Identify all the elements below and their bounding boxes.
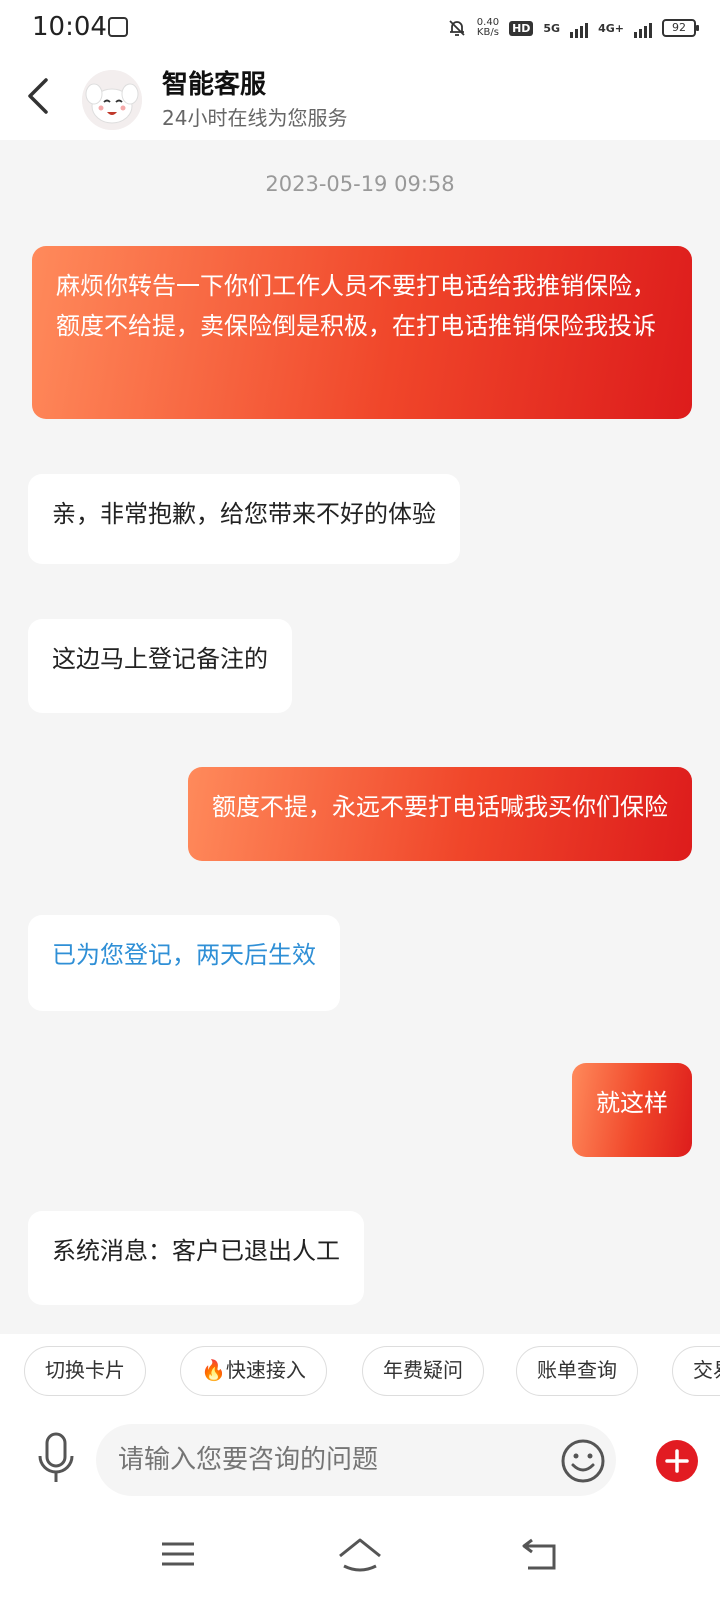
page-title: 智能客服 bbox=[162, 70, 267, 100]
avatar[interactable] bbox=[82, 70, 142, 130]
message-input-bar bbox=[0, 1406, 720, 1512]
nav-home-button[interactable] bbox=[336, 1534, 384, 1574]
microphone-icon bbox=[38, 1432, 74, 1482]
plus-icon bbox=[665, 1449, 689, 1473]
status-bar: 10:04 0.40 KB/s HD 5G 4G+ 92 bbox=[0, 0, 720, 56]
message-input[interactable] bbox=[96, 1424, 616, 1496]
page-subtitle: 24小时在线为您服务 bbox=[162, 106, 348, 130]
user-message-bubble[interactable]: 麻烦你转告一下你们工作人员不要打电话给我推销保险，额度不给提，卖保险倒是积极，在… bbox=[32, 246, 692, 419]
sim2-network-label: 4G+ bbox=[598, 21, 624, 35]
user-message-bubble[interactable]: 就这样 bbox=[572, 1063, 692, 1157]
menu-icon bbox=[162, 1542, 194, 1566]
hd-badge: HD bbox=[509, 20, 534, 36]
user-message-bubble[interactable]: 额度不提，永远不要打电话喊我买你们保险 bbox=[188, 767, 692, 861]
quick-action-fast-connect[interactable]: 🔥快速接入 bbox=[180, 1346, 327, 1396]
status-indicators: 0.40 KB/s HD 5G 4G+ 92 bbox=[447, 14, 699, 42]
quick-action-switch-card[interactable]: 切换卡片 bbox=[24, 1346, 146, 1396]
chevron-left-icon bbox=[28, 78, 48, 114]
agent-link-message[interactable]: 已为您登记，两天后生效 bbox=[28, 915, 340, 1011]
quick-action-bill-query[interactable]: 账单查询 bbox=[516, 1346, 638, 1396]
return-icon bbox=[522, 1538, 556, 1570]
signal-icon bbox=[570, 18, 589, 38]
network-speed-unit: KB/s bbox=[476, 27, 499, 38]
mascot-avatar-icon bbox=[82, 70, 142, 130]
battery-icon: 92 bbox=[662, 19, 699, 37]
voice-button[interactable] bbox=[34, 1430, 78, 1486]
sim1-network-label: 5G bbox=[543, 21, 561, 35]
quick-action-transaction[interactable]: 交易 bbox=[672, 1346, 720, 1396]
chat-header: 智能客服 24小时在线为您服务 bbox=[0, 56, 720, 140]
more-button[interactable] bbox=[656, 1440, 698, 1482]
quick-action-annual-fee[interactable]: 年费疑问 bbox=[362, 1346, 484, 1396]
network-speed: 0.40 KB/s bbox=[477, 18, 499, 38]
smiley-icon bbox=[561, 1439, 605, 1483]
nav-menu-button[interactable] bbox=[158, 1534, 198, 1574]
status-time: 10:04 bbox=[32, 12, 107, 42]
system-nav-bar bbox=[0, 1512, 720, 1600]
nav-back-button[interactable] bbox=[520, 1534, 560, 1574]
back-button[interactable] bbox=[22, 74, 58, 118]
signal-icon bbox=[634, 18, 652, 38]
system-message-bubble: 系统消息：客户已退出人工 bbox=[28, 1211, 364, 1305]
app-notification-icon bbox=[108, 17, 128, 37]
agent-message-bubble[interactable]: 这边马上登记备注的 bbox=[28, 619, 292, 713]
home-icon bbox=[339, 1538, 381, 1572]
chat-timestamp: 2023-05-19 09:58 bbox=[265, 172, 455, 196]
bell-muted-icon bbox=[447, 18, 467, 38]
quick-actions-bar: 切换卡片 🔥快速接入 年费疑问 账单查询 交易 bbox=[0, 1334, 720, 1406]
emoji-button[interactable] bbox=[560, 1438, 606, 1484]
agent-message-bubble[interactable]: 亲，非常抱歉，给您带来不好的体验 bbox=[28, 474, 460, 564]
